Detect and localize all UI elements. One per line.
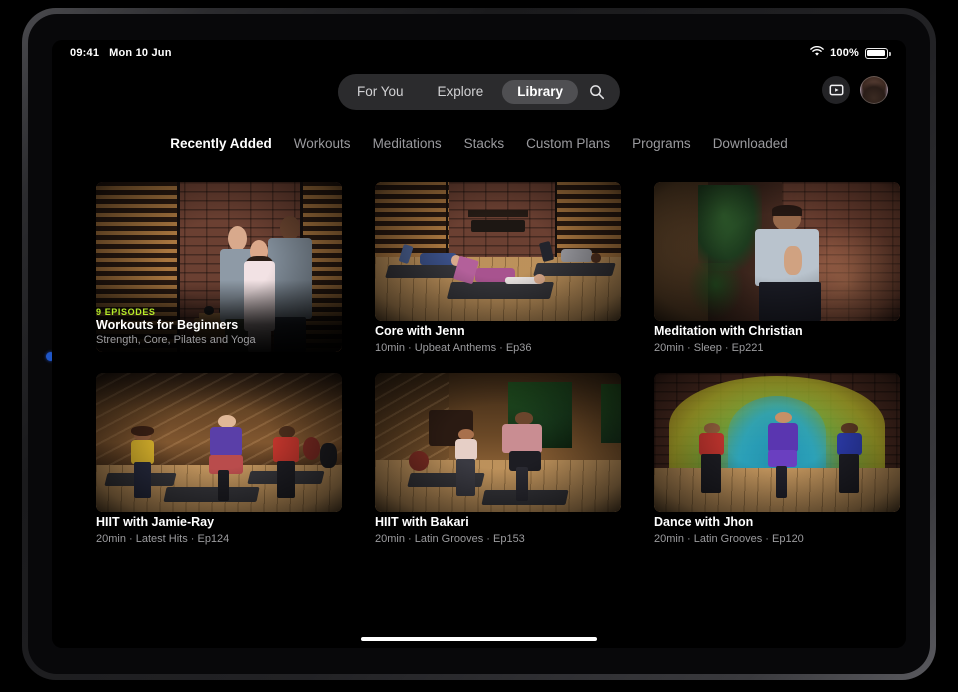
episode-count-badge: 9 EPISODES [96,306,156,317]
status-bar: 09:41 Mon 10 Jun 100% [52,40,906,66]
device-bezel: 09:41 Mon 10 Jun 100% For You Explore Li… [28,14,930,674]
card-title: Workouts for Beginners [96,317,239,332]
card-hiit-with-jamie-ray[interactable]: HIIT with Jamie-Ray 20min · Latest Hits … [96,373,342,546]
card-thumbnail[interactable] [654,373,900,513]
status-bar-left: 09:41 Mon 10 Jun [70,47,172,59]
card-meditation-with-christian[interactable]: Meditation with Christian 20min · Sleep … [654,182,900,355]
card-subtitle: 20min · Latest Hits · Ep124 [96,533,230,545]
category-tab-bar: Recently Added Workouts Meditations Stac… [52,136,906,152]
status-date: Mon 10 Jun [109,47,172,59]
three-dancers-colorful-arch [654,373,900,513]
profile-avatar[interactable] [860,76,888,104]
card-subtitle: Strength, Core, Pilates and Yoga [96,333,256,346]
card-thumbnail[interactable] [375,373,621,513]
battery-icon [865,47,891,59]
status-time: 09:41 [70,47,100,59]
card-title: HIIT with Bakari [375,515,469,530]
top-navigation-bar: For You Explore Library [52,66,906,118]
library-segmented-control[interactable]: For You Explore Library [337,74,621,110]
card-title: Dance with Jhon [654,515,754,530]
airplay-video-icon[interactable] [822,76,850,104]
card-workouts-for-beginners[interactable]: 9 EPISODES Workouts for Beginners Streng… [96,182,342,355]
seated-meditation-greenery [654,182,900,321]
card-title: Meditation with Christian [654,324,803,338]
card-thumbnail[interactable] [96,373,342,513]
battery-percent-label: 100% [830,47,859,59]
segment-library[interactable]: Library [502,79,579,105]
content-card-grid: 9 EPISODES Workouts for Beginners Streng… [96,182,900,547]
card-subtitle: 20min · Sleep · Ep221 [654,341,764,354]
three-people-glute-bridge-mats [375,182,621,321]
card-title: Core with Jenn [375,324,465,338]
card-subtitle: 20min · Latin Grooves · Ep120 [654,533,804,545]
tab-recently-added[interactable]: Recently Added [170,136,272,152]
wifi-icon [810,46,824,60]
card-subtitle: 10min · Upbeat Anthems · Ep36 [375,341,532,354]
card-hiit-with-bakari[interactable]: HIIT with Bakari 20min · Latin Grooves ·… [375,373,621,546]
three-people-high-knees-wood-wall [96,373,342,513]
search-icon[interactable] [582,78,612,106]
card-subtitle: 20min · Latin Grooves · Ep153 [375,533,525,545]
card-thumbnail[interactable] [375,182,621,321]
card-dance-with-jhon[interactable]: Dance with Jhon 20min · Latin Grooves · … [654,373,900,546]
ipad-device-frame: 09:41 Mon 10 Jun 100% For You Explore Li… [22,8,936,680]
screenshot-root: 09:41 Mon 10 Jun 100% For You Explore Li… [0,0,958,692]
segment-for-you[interactable]: For You [342,80,419,105]
tab-meditations[interactable]: Meditations [373,136,442,152]
status-bar-right: 100% [810,46,891,60]
home-indicator[interactable] [361,637,597,641]
nav-right-controls [822,76,888,104]
segment-explore[interactable]: Explore [422,80,498,105]
card-core-with-jenn[interactable]: Core with Jenn 10min · Upbeat Anthems · … [375,182,621,355]
tab-workouts[interactable]: Workouts [294,136,351,152]
tab-downloaded[interactable]: Downloaded [713,136,788,152]
tab-custom-plans[interactable]: Custom Plans [526,136,610,152]
tab-programs[interactable]: Programs [632,136,691,152]
tab-stacks[interactable]: Stacks [464,136,505,152]
card-thumbnail[interactable] [654,182,900,321]
card-title: HIIT with Jamie-Ray [96,515,215,530]
ipad-screen: 09:41 Mon 10 Jun 100% For You Explore Li… [52,40,906,648]
two-people-hiit-window-greenery [375,373,621,513]
